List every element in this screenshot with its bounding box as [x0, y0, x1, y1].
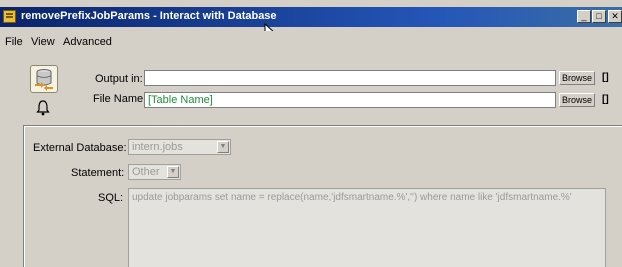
maximize-button[interactable]: □	[592, 10, 606, 23]
output-settings: Output in: Browse [] File Name: [Table N…	[0, 51, 622, 121]
database-icon[interactable]	[30, 65, 58, 93]
menu-file[interactable]: File	[5, 36, 23, 48]
menu-bar: File View Advanced	[0, 31, 622, 51]
file-name-options-button[interactable]: []	[602, 94, 609, 105]
sql-label: SQL:	[98, 192, 124, 204]
browse-file-name-button[interactable]: Browse	[559, 93, 595, 107]
output-in-options-button[interactable]: []	[602, 72, 609, 83]
chevron-down-icon[interactable]: ▼	[217, 141, 229, 153]
interact-with-database-window: removePrefixJobParams - Interact with Da…	[0, 0, 622, 267]
external-database-label: External Database:	[33, 142, 127, 154]
menu-advanced[interactable]: Advanced	[63, 36, 112, 48]
statement-value: Other	[132, 166, 160, 178]
statement-label: Statement:	[71, 167, 125, 179]
title-bar[interactable]: removePrefixJobParams - Interact with Da…	[0, 7, 622, 27]
app-icon	[3, 10, 16, 23]
menu-view[interactable]: View	[31, 36, 55, 48]
database-panel: External Database: intern.jobs ▼ Stateme…	[23, 125, 622, 267]
sql-textarea[interactable]: update jobparams set name = replace(name…	[128, 188, 606, 267]
window-title: removePrefixJobParams - Interact with Da…	[21, 10, 277, 22]
minimize-button[interactable]: _	[577, 10, 591, 23]
output-in-field[interactable]	[144, 70, 556, 86]
bell-icon[interactable]	[36, 100, 50, 116]
close-button[interactable]: ✕	[608, 10, 622, 23]
statement-select[interactable]: Other ▼	[128, 164, 181, 180]
file-name-label: File Name:	[93, 93, 147, 105]
file-name-field[interactable]: [Table Name]	[144, 92, 556, 108]
external-database-value: intern.jobs	[132, 141, 183, 153]
browse-output-button[interactable]: Browse	[559, 71, 595, 85]
external-database-select[interactable]: intern.jobs ▼	[128, 139, 231, 155]
output-in-label: Output in:	[95, 73, 143, 85]
chevron-down-icon[interactable]: ▼	[167, 166, 179, 178]
